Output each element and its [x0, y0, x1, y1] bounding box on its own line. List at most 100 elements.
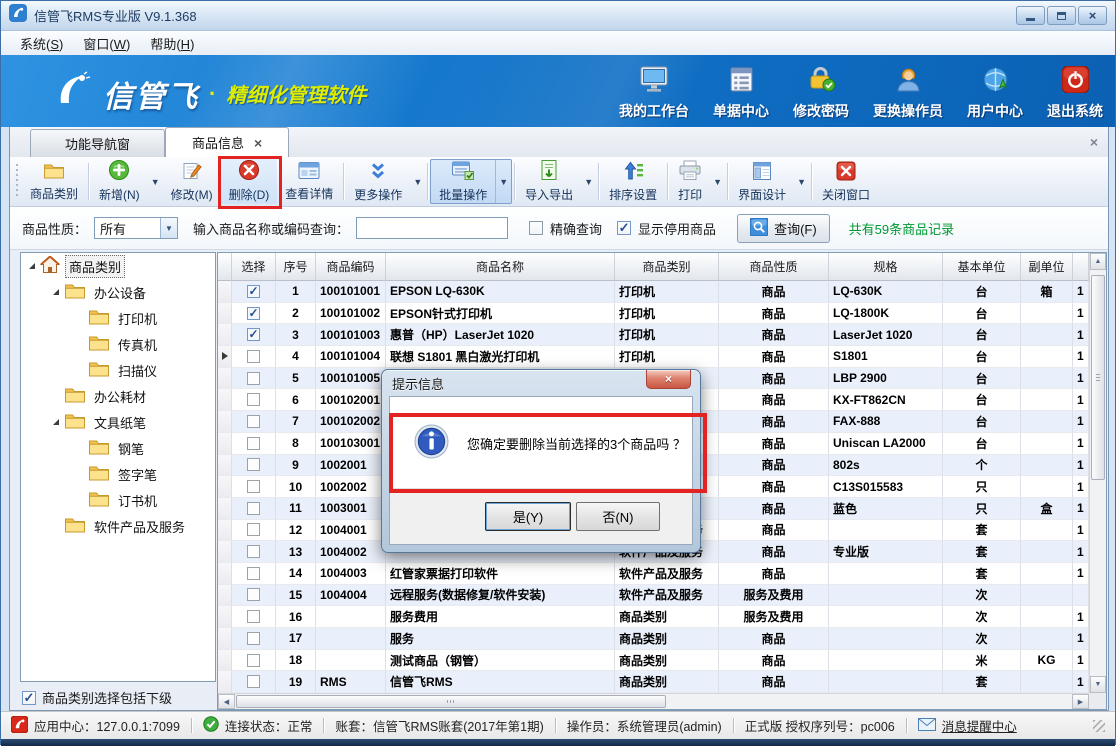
- scroll-left-icon[interactable]: ◀: [218, 694, 235, 709]
- tree-item-办公设备[interactable]: 办公设备: [21, 279, 215, 305]
- table-row[interactable]: 1100101001EPSON LQ-630K打印机商品LQ-630K台箱1: [218, 281, 1089, 303]
- edit-button[interactable]: 修改(M): [163, 159, 221, 204]
- maximize-button[interactable]: [1047, 6, 1076, 25]
- print-button[interactable]: 打印: [670, 159, 710, 204]
- tree-item-钢笔[interactable]: 钢笔: [21, 435, 215, 461]
- add-button[interactable]: 新增(N): [91, 159, 148, 204]
- exact-query-checkbox[interactable]: [529, 221, 543, 235]
- import-export-button[interactable]: 导入导出: [517, 159, 581, 204]
- home-icon: [40, 255, 60, 277]
- cell: 套: [943, 520, 1021, 542]
- tab-close-icon[interactable]: ×: [254, 136, 262, 150]
- row-checkbox[interactable]: [247, 588, 260, 601]
- ui-design-button[interactable]: 界面设计: [730, 159, 794, 204]
- scroll-down-icon[interactable]: ▼: [1090, 676, 1106, 693]
- row-checkbox[interactable]: [247, 610, 260, 623]
- row-checkbox[interactable]: [247, 437, 260, 450]
- scroll-right-icon[interactable]: ▶: [1072, 694, 1089, 709]
- table-row[interactable]: 2100101002EPSON针式打印机打印机商品LQ-1800K台1: [218, 303, 1089, 325]
- horizontal-scroll-thumb[interactable]: [236, 695, 666, 708]
- more-actions-button[interactable]: 更多操作: [346, 159, 410, 204]
- tree-item-商品类别[interactable]: 商品类别: [21, 253, 215, 279]
- table-row[interactable]: 151004004远程服务(数据修复/软件安装)软件产品及服务服务及费用次: [218, 585, 1089, 607]
- row-checkbox[interactable]: [247, 393, 260, 406]
- table-row[interactable]: 3100101003惠普（HP）LaserJet 1020打印机商品LaserJ…: [218, 324, 1089, 346]
- banner-action-退出系统[interactable]: 退出系统: [1047, 66, 1103, 123]
- add-button-dropdown-icon[interactable]: ▼: [148, 159, 163, 204]
- tab-nav[interactable]: 功能导航窗: [30, 129, 165, 157]
- row-checkbox[interactable]: [247, 328, 260, 341]
- table-row[interactable]: 17服务商品类别商品次1: [218, 628, 1089, 650]
- minimize-button[interactable]: [1016, 6, 1045, 25]
- menu-item-1[interactable]: 窗口(W): [74, 32, 139, 55]
- query-button[interactable]: 查询(F): [737, 214, 830, 243]
- show-disabled-checkbox[interactable]: [617, 221, 631, 235]
- row-checkbox[interactable]: [247, 415, 260, 428]
- banner-action-修改密码[interactable]: 修改密码: [793, 66, 849, 123]
- category-button[interactable]: 商品类别: [22, 159, 86, 204]
- close-window-button[interactable]: 关闭窗口: [814, 159, 878, 204]
- brand-slogan: 精细化管理软件: [226, 79, 366, 108]
- detail-button[interactable]: 查看详情: [277, 159, 341, 204]
- row-checkbox[interactable]: [247, 480, 260, 493]
- banner-action-用户中心[interactable]: 用户中心: [967, 66, 1023, 123]
- search-input[interactable]: [356, 217, 508, 239]
- row-checkbox[interactable]: [247, 458, 260, 471]
- no-button[interactable]: 否(N): [576, 502, 660, 531]
- tab-product-info[interactable]: 商品信息×: [165, 127, 289, 157]
- chevron-down-icon[interactable]: ▼: [160, 218, 177, 238]
- tree-item-传真机[interactable]: 传真机: [21, 331, 215, 357]
- table-row[interactable]: 141004003红管家票据打印软件软件产品及服务商品套1: [218, 563, 1089, 585]
- tree-item-软件产品及服务[interactable]: 软件产品及服务: [21, 513, 215, 539]
- row-checkbox[interactable]: [247, 307, 260, 320]
- batch-actions-button[interactable]: 批量操作: [431, 160, 495, 203]
- message-center-link[interactable]: 消息提醒中心: [918, 716, 1017, 735]
- menu-item-0[interactable]: 系统(S): [11, 32, 72, 55]
- horizontal-scrollbar[interactable]: ◀ ▶: [218, 693, 1089, 709]
- row-checkbox[interactable]: [247, 350, 260, 363]
- close-button[interactable]: ×: [1078, 6, 1107, 25]
- banner-action-更换操作员[interactable]: 更换操作员: [873, 66, 943, 123]
- row-checkbox[interactable]: [247, 545, 260, 558]
- table-row[interactable]: 18测试商品（钢管）商品类别商品米KG1: [218, 650, 1089, 672]
- scroll-up-icon[interactable]: ▲: [1090, 253, 1106, 270]
- row-checkbox[interactable]: [247, 502, 260, 515]
- more-actions-button-dropdown-icon[interactable]: ▼: [410, 159, 425, 204]
- tree-item-办公耗材[interactable]: 办公耗材: [21, 383, 215, 409]
- menu-item-2[interactable]: 帮助(H): [141, 32, 203, 55]
- tree-expander-icon[interactable]: [29, 263, 35, 269]
- row-checkbox[interactable]: [247, 632, 260, 645]
- cell: 1: [1073, 324, 1089, 346]
- sort-settings-button[interactable]: 排序设置: [601, 159, 665, 204]
- row-checkbox[interactable]: [247, 567, 260, 580]
- tree-item-文具纸笔[interactable]: 文具纸笔: [21, 409, 215, 435]
- tree-item-签字笔[interactable]: 签字笔: [21, 461, 215, 487]
- row-checkbox[interactable]: [247, 654, 260, 667]
- row-checkbox[interactable]: [247, 372, 260, 385]
- ui-design-button-dropdown-icon[interactable]: ▼: [794, 159, 809, 204]
- import-export-button-dropdown-icon[interactable]: ▼: [581, 159, 596, 204]
- banner-action-我的工作台[interactable]: 我的工作台: [619, 66, 689, 123]
- yes-button[interactable]: 是(Y): [485, 502, 571, 531]
- row-checkbox[interactable]: [247, 285, 260, 298]
- vertical-scrollbar[interactable]: ▲ ▼: [1089, 253, 1106, 693]
- tree-expander-icon[interactable]: [53, 289, 59, 295]
- table-row[interactable]: 19RMS信管飞RMS商品类别商品套1: [218, 671, 1089, 693]
- dialog-close-button[interactable]: ×: [646, 370, 691, 389]
- table-row[interactable]: 16服务费用商品类别服务及费用次1: [218, 606, 1089, 628]
- tree-item-订书机[interactable]: 订书机: [21, 487, 215, 513]
- tree-expander-icon[interactable]: [53, 419, 59, 425]
- row-checkbox[interactable]: [247, 523, 260, 536]
- vertical-scroll-thumb[interactable]: [1091, 275, 1105, 480]
- tree-item-扫描仪[interactable]: 扫描仪: [21, 357, 215, 383]
- nature-select[interactable]: 所有 ▼: [94, 217, 178, 239]
- delete-button[interactable]: 删除(D): [221, 159, 278, 204]
- tree-item-打印机[interactable]: 打印机: [21, 305, 215, 331]
- print-button-dropdown-icon[interactable]: ▼: [710, 159, 725, 204]
- batch-actions-button-dropdown-icon[interactable]: ▼: [495, 160, 511, 203]
- tabstrip-close-icon[interactable]: ×: [1090, 134, 1098, 150]
- include-children-checkbox[interactable]: [22, 691, 36, 705]
- table-row[interactable]: 4100101004联想 S1801 黑白激光打印机打印机商品S1801台1: [218, 346, 1089, 368]
- banner-action-单据中心[interactable]: 单据中心: [713, 66, 769, 123]
- row-checkbox[interactable]: [247, 675, 260, 688]
